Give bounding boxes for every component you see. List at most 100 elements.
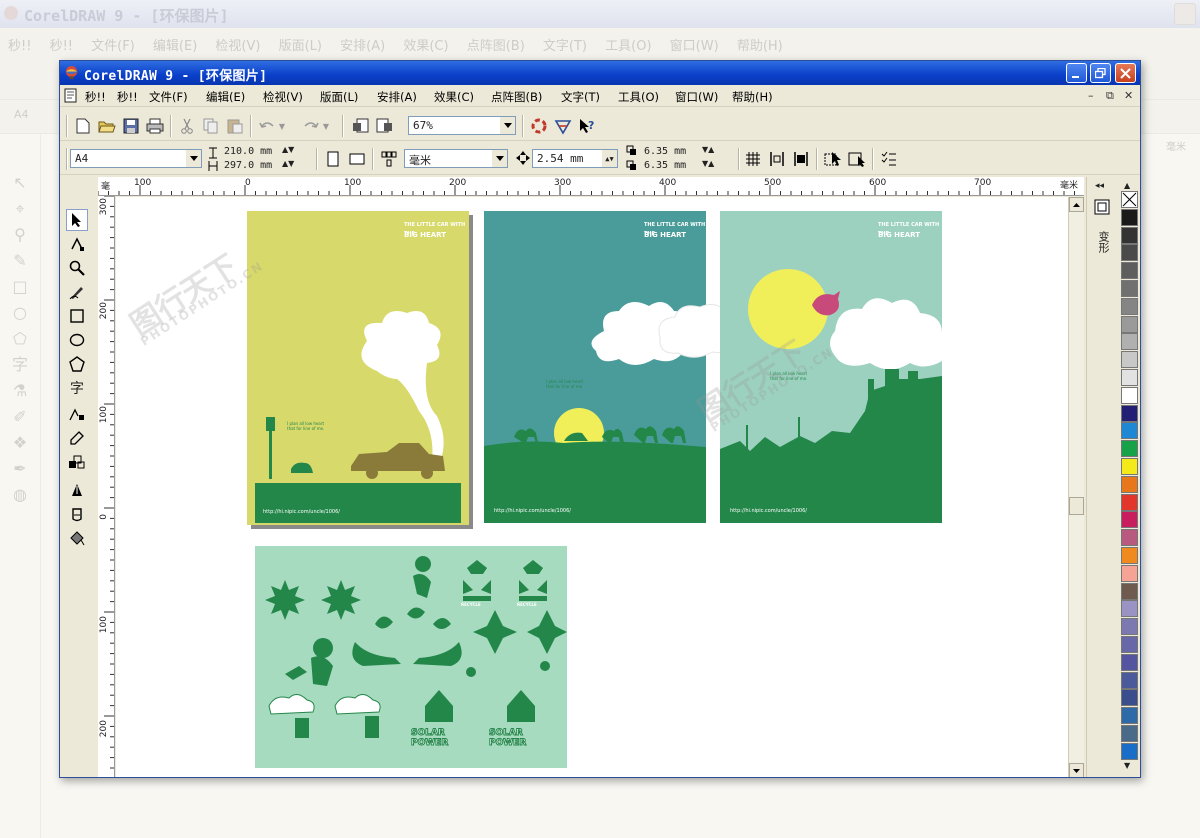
color-swatch[interactable]: [1121, 529, 1138, 547]
doc-minimize-icon[interactable]: –: [1088, 89, 1094, 102]
pick-tool[interactable]: [66, 209, 88, 231]
menu-item-macro-2[interactable]: 秒!!: [117, 89, 138, 105]
duplicate-x-value[interactable]: 6.35 mm: [644, 146, 686, 157]
eyedropper-tool[interactable]: [66, 427, 88, 449]
color-swatch[interactable]: [1121, 511, 1138, 529]
import-button[interactable]: [350, 115, 372, 137]
chevron-down-icon[interactable]: [186, 150, 201, 167]
duplicate-y-value[interactable]: 6.35 mm: [644, 160, 686, 171]
menu-item-text[interactable]: 文字(T): [561, 89, 600, 105]
interactive-blend-tool[interactable]: [66, 403, 88, 425]
color-swatch[interactable]: [1121, 493, 1138, 511]
menu-item-file[interactable]: 文件(F): [149, 89, 188, 105]
print-button[interactable]: [144, 115, 166, 137]
palette-scroll-down-icon[interactable]: ▼: [1124, 761, 1130, 770]
doc-close-icon[interactable]: ✕: [1124, 89, 1133, 102]
snap-guidelines-button[interactable]: [766, 148, 788, 170]
export-button[interactable]: [374, 115, 396, 137]
freehand-tool[interactable]: [66, 281, 88, 303]
rectangle-tool[interactable]: [66, 305, 88, 327]
color-swatch[interactable]: [1121, 386, 1138, 404]
application-launcher-button[interactable]: [528, 115, 550, 137]
snap-grid-button[interactable]: [742, 148, 764, 170]
color-swatch[interactable]: [1121, 315, 1138, 333]
color-swatch[interactable]: [1121, 689, 1138, 707]
docker-tab-icon[interactable]: [1094, 199, 1110, 215]
chevron-down-icon[interactable]: [500, 117, 515, 134]
poster-yellow[interactable]: THE LITTLE CAR WITH THE BIG HEART I plan…: [247, 211, 469, 525]
options-button[interactable]: [878, 148, 900, 170]
horizontal-ruler[interactable]: 毫 100 0 100 200 300 400 500 600 700 毫米: [98, 177, 1084, 196]
menu-item-effects[interactable]: 效果(C): [434, 89, 474, 105]
fill-tool[interactable]: [66, 503, 88, 525]
copy-button[interactable]: [200, 115, 222, 137]
color-swatch[interactable]: [1121, 653, 1138, 671]
sticker-sheet[interactable]: SOLAR POWER SOLAR POWER RECYCLE RECYCLE: [255, 546, 567, 768]
poster-mint[interactable]: THE LITTLE CAR WITH THE BIG HEART I plan…: [720, 211, 942, 523]
vertical-scrollbar[interactable]: [1068, 197, 1084, 777]
color-swatch[interactable]: [1121, 208, 1138, 226]
outline-tool[interactable]: [66, 479, 88, 501]
units-combo[interactable]: 毫米: [404, 149, 508, 168]
color-swatch[interactable]: [1121, 458, 1138, 475]
color-swatch[interactable]: [1121, 369, 1138, 386]
save-button[interactable]: [120, 115, 142, 137]
draw-objects-button[interactable]: [846, 148, 868, 170]
new-button[interactable]: [72, 115, 94, 137]
scroll-down-button[interactable]: [1069, 763, 1084, 777]
color-swatch[interactable]: [1121, 226, 1138, 244]
page-width-value[interactable]: 210.0 mm: [224, 146, 272, 157]
color-swatch[interactable]: [1121, 564, 1138, 582]
close-button[interactable]: [1115, 63, 1136, 83]
dup-x-spin-icon[interactable]: ▼▲: [702, 145, 714, 154]
color-swatch[interactable]: [1121, 297, 1138, 315]
text-tool[interactable]: 字: [66, 377, 88, 399]
menu-item-help[interactable]: 帮助(H): [732, 89, 773, 105]
nudge-field[interactable]: 2.54 mm ▲▼: [532, 149, 618, 168]
document-icon[interactable]: [64, 88, 78, 103]
shape-tool[interactable]: [66, 233, 88, 255]
color-swatch[interactable]: [1121, 280, 1138, 297]
ellipse-tool[interactable]: [66, 329, 88, 351]
open-button[interactable]: [96, 115, 118, 137]
color-swatch[interactable]: [1121, 351, 1138, 369]
menu-item-arrange[interactable]: 安排(A): [377, 89, 417, 105]
cut-button[interactable]: [176, 115, 198, 137]
doc-restore-icon[interactable]: ⧉: [1106, 89, 1114, 103]
color-swatch[interactable]: [1121, 262, 1138, 280]
color-swatch[interactable]: [1121, 475, 1138, 493]
color-swatch[interactable]: [1121, 742, 1138, 760]
portrait-button[interactable]: [322, 148, 344, 170]
color-swatch[interactable]: [1121, 707, 1138, 725]
color-swatch[interactable]: [1121, 671, 1138, 689]
polygon-tool[interactable]: [66, 353, 88, 375]
undo-button[interactable]: [256, 115, 278, 137]
height-spin-icon[interactable]: ▲▼: [282, 159, 294, 168]
color-swatch[interactable]: [1121, 244, 1138, 262]
extrude-tool[interactable]: [66, 451, 88, 473]
color-swatch[interactable]: [1121, 422, 1138, 440]
zoom-combo[interactable]: 67%: [408, 116, 516, 135]
color-swatch[interactable]: [1121, 333, 1138, 351]
scroll-up-button[interactable]: [1069, 197, 1084, 212]
scroll-thumb[interactable]: [1069, 497, 1084, 515]
page-height-value[interactable]: 297.0 mm: [224, 160, 272, 171]
snap-objects-button[interactable]: [790, 148, 812, 170]
menu-item-macro-1[interactable]: 秒!!: [85, 89, 106, 105]
menu-item-window[interactable]: 窗口(W): [675, 89, 718, 105]
zoom-tool[interactable]: [66, 257, 88, 279]
color-swatch[interactable]: [1121, 440, 1138, 458]
menu-item-bitmaps[interactable]: 点阵图(B): [491, 89, 542, 105]
menu-item-edit[interactable]: 编辑(E): [206, 89, 245, 105]
menu-item-layout[interactable]: 版面(L): [320, 89, 358, 105]
dup-y-spin-icon[interactable]: ▼▲: [702, 159, 714, 168]
interactive-fill-tool[interactable]: [66, 527, 88, 549]
whats-this-button[interactable]: ?: [576, 115, 598, 137]
paste-button[interactable]: [224, 115, 246, 137]
palette-scroll-up-icon[interactable]: ▲: [1124, 181, 1130, 190]
color-swatch[interactable]: [1121, 725, 1138, 742]
color-swatch[interactable]: [1121, 618, 1138, 636]
redo-button[interactable]: [300, 115, 322, 137]
minimize-button[interactable]: [1066, 63, 1087, 83]
color-swatch[interactable]: [1121, 600, 1138, 618]
